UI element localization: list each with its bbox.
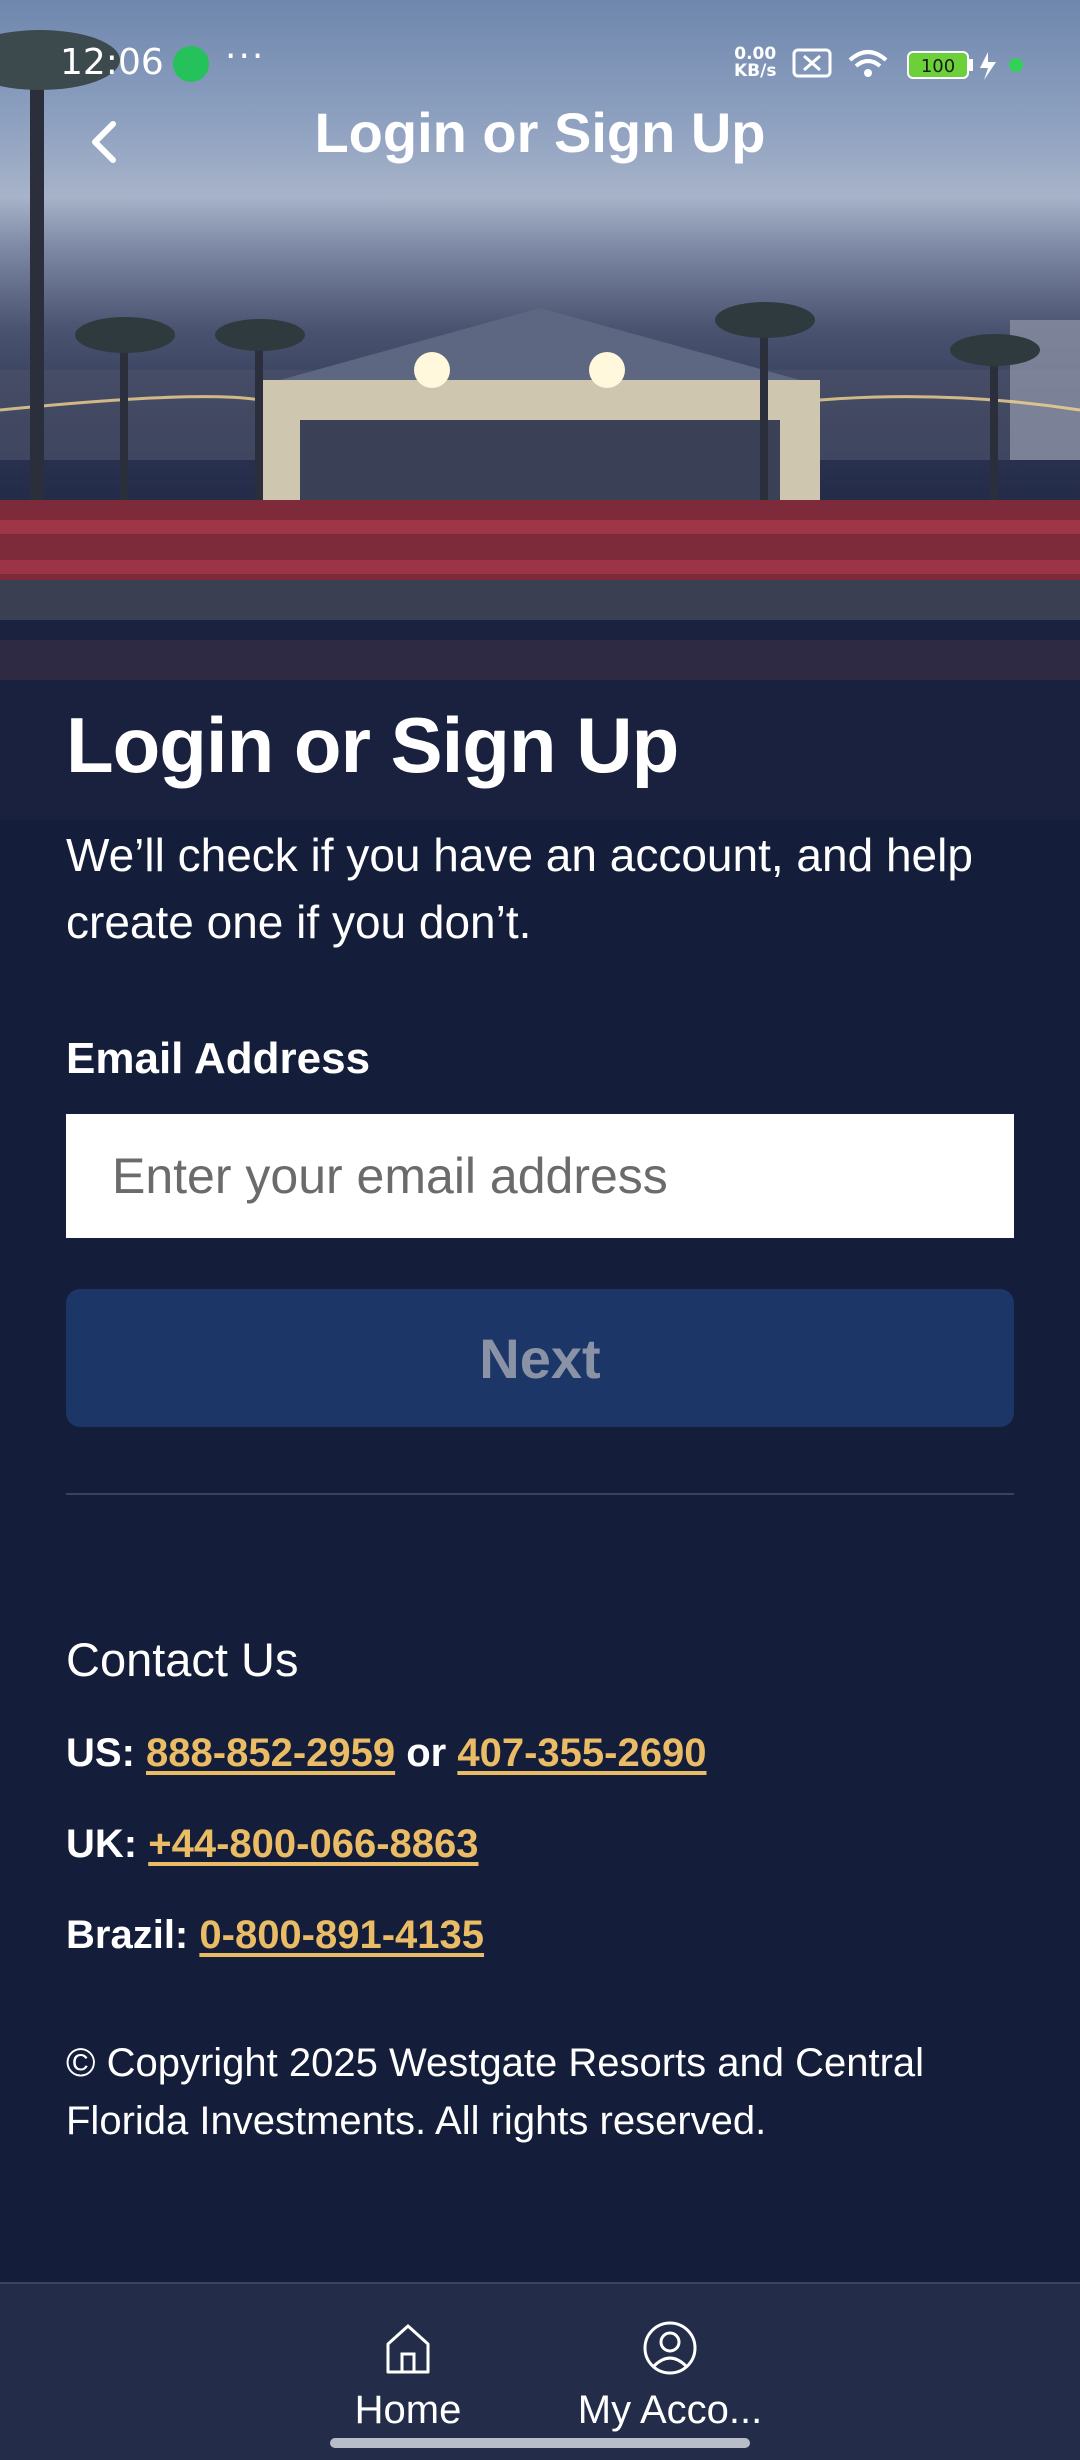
us-phone-link-2[interactable]: 407-355-2690 xyxy=(457,1731,706,1775)
more-notifications-icon: ··· xyxy=(225,36,266,77)
contact-us-phones: US: 888-852-2959 or 407-355-2690 xyxy=(66,1731,706,1776)
page-title: Login or Sign Up xyxy=(314,101,766,164)
copyright-text: © Copyright 2025 Westgate Resorts and Ce… xyxy=(66,2041,925,2143)
system-status-icons: 100 xyxy=(792,48,1023,80)
contact-brazil-phone: Brazil: 0-800-891-4135 xyxy=(66,1913,484,1958)
login-description: We’ll check if you have an account, and … xyxy=(66,829,973,948)
uk-phone-link[interactable]: +44-800-066-8863 xyxy=(148,1822,478,1866)
status-time: 12:06 xyxy=(60,42,164,83)
nav-label-home: Home xyxy=(354,2388,462,2432)
contact-us-title: Contact Us xyxy=(66,1633,299,1686)
contact-uk-phone: UK: +44-800-066-8863 xyxy=(66,1822,479,1867)
nav-item-my-account[interactable]: My Acco... xyxy=(550,2320,790,2433)
brazil-phone-link[interactable]: 0-800-891-4135 xyxy=(199,1913,484,1957)
bottom-nav: Home My Acco... xyxy=(0,2282,1080,2460)
nav-label-my-account: My Acco... xyxy=(577,2388,763,2432)
us-label: US: xyxy=(66,1731,135,1775)
no-sim-icon xyxy=(792,48,832,78)
whatsapp-notification-icon xyxy=(173,46,209,82)
wifi-icon xyxy=(848,50,888,77)
email-input[interactable] xyxy=(66,1114,1014,1238)
next-button[interactable]: Next xyxy=(66,1289,1014,1427)
divider xyxy=(66,1493,1014,1495)
charging-icon xyxy=(980,52,996,80)
gesture-home-indicator[interactable] xyxy=(330,2438,750,2448)
account-icon xyxy=(643,2321,697,2375)
us-phone-link-1[interactable]: 888-852-2959 xyxy=(146,1731,395,1775)
login-heading: Login or Sign Up xyxy=(66,701,679,789)
svg-text:100: 100 xyxy=(921,56,955,77)
email-label: Email Address xyxy=(66,1034,371,1083)
nav-item-home[interactable]: Home xyxy=(288,2320,528,2433)
camera-dot-icon xyxy=(1009,58,1023,72)
network-speed: 0.00 KB/s xyxy=(734,44,777,81)
uk-label: UK: xyxy=(66,1822,138,1866)
home-icon xyxy=(386,2324,430,2374)
battery-icon: 100 xyxy=(907,51,973,79)
or-text: or xyxy=(406,1731,447,1775)
brazil-label: Brazil: xyxy=(66,1913,189,1957)
